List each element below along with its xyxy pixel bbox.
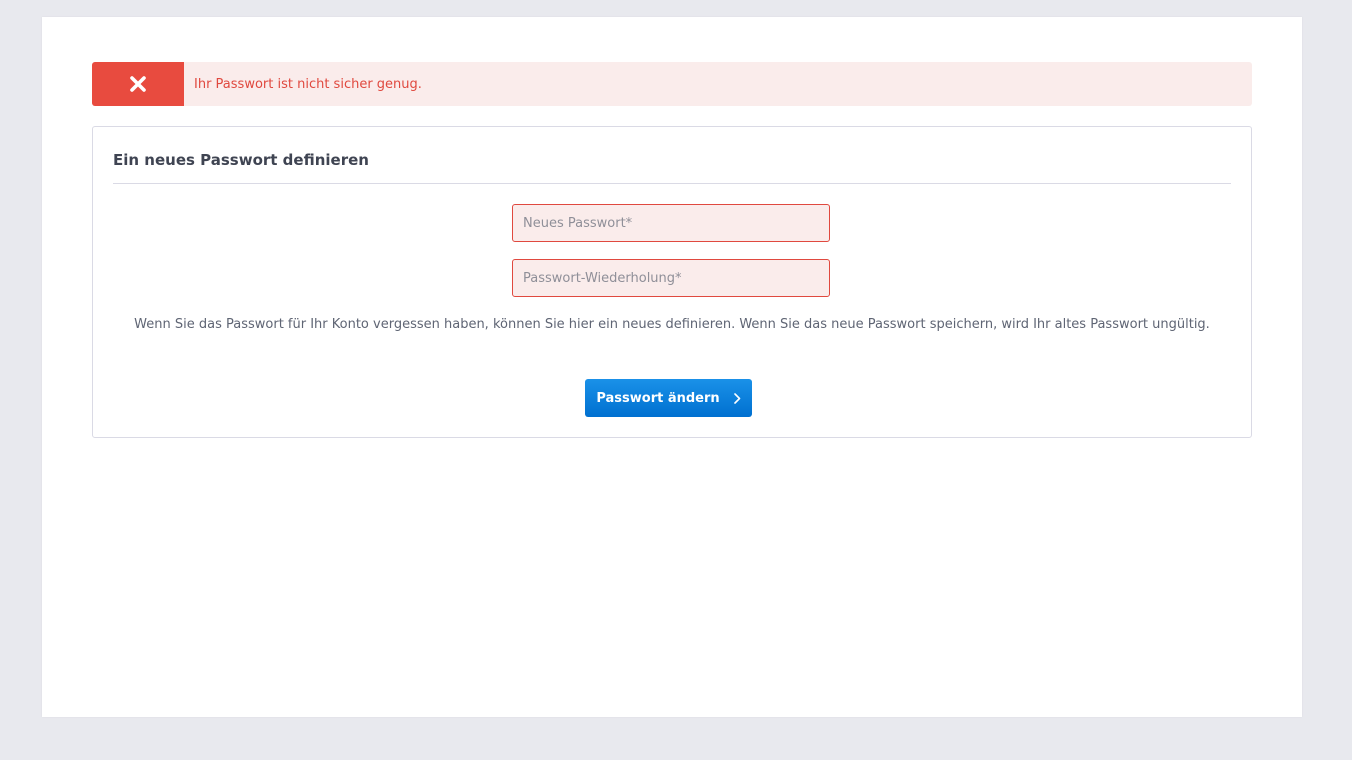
panel-title: Ein neues Passwort definieren [113,151,369,169]
alert-message: Ihr Passwort ist nicht sicher genug. [194,76,422,92]
repeat-password-input[interactable] [512,259,830,297]
alert-icon-box [92,62,184,106]
error-alert: Ihr Passwort ist nicht sicher genug. [92,62,1252,106]
password-reset-panel: Ein neues Passwort definieren Wenn Sie d… [92,126,1252,438]
new-password-input[interactable] [512,204,830,242]
info-text: Wenn Sie das Passwort für Ihr Konto verg… [134,317,1210,332]
page-container: Ihr Passwort ist nicht sicher genug. Ein… [42,17,1302,717]
change-password-button-label: Passwort ändern [596,390,720,406]
chevron-right-icon [733,392,741,404]
panel-divider [113,183,1231,184]
change-password-button[interactable]: Passwort ändern [585,379,752,417]
close-icon [130,76,146,92]
